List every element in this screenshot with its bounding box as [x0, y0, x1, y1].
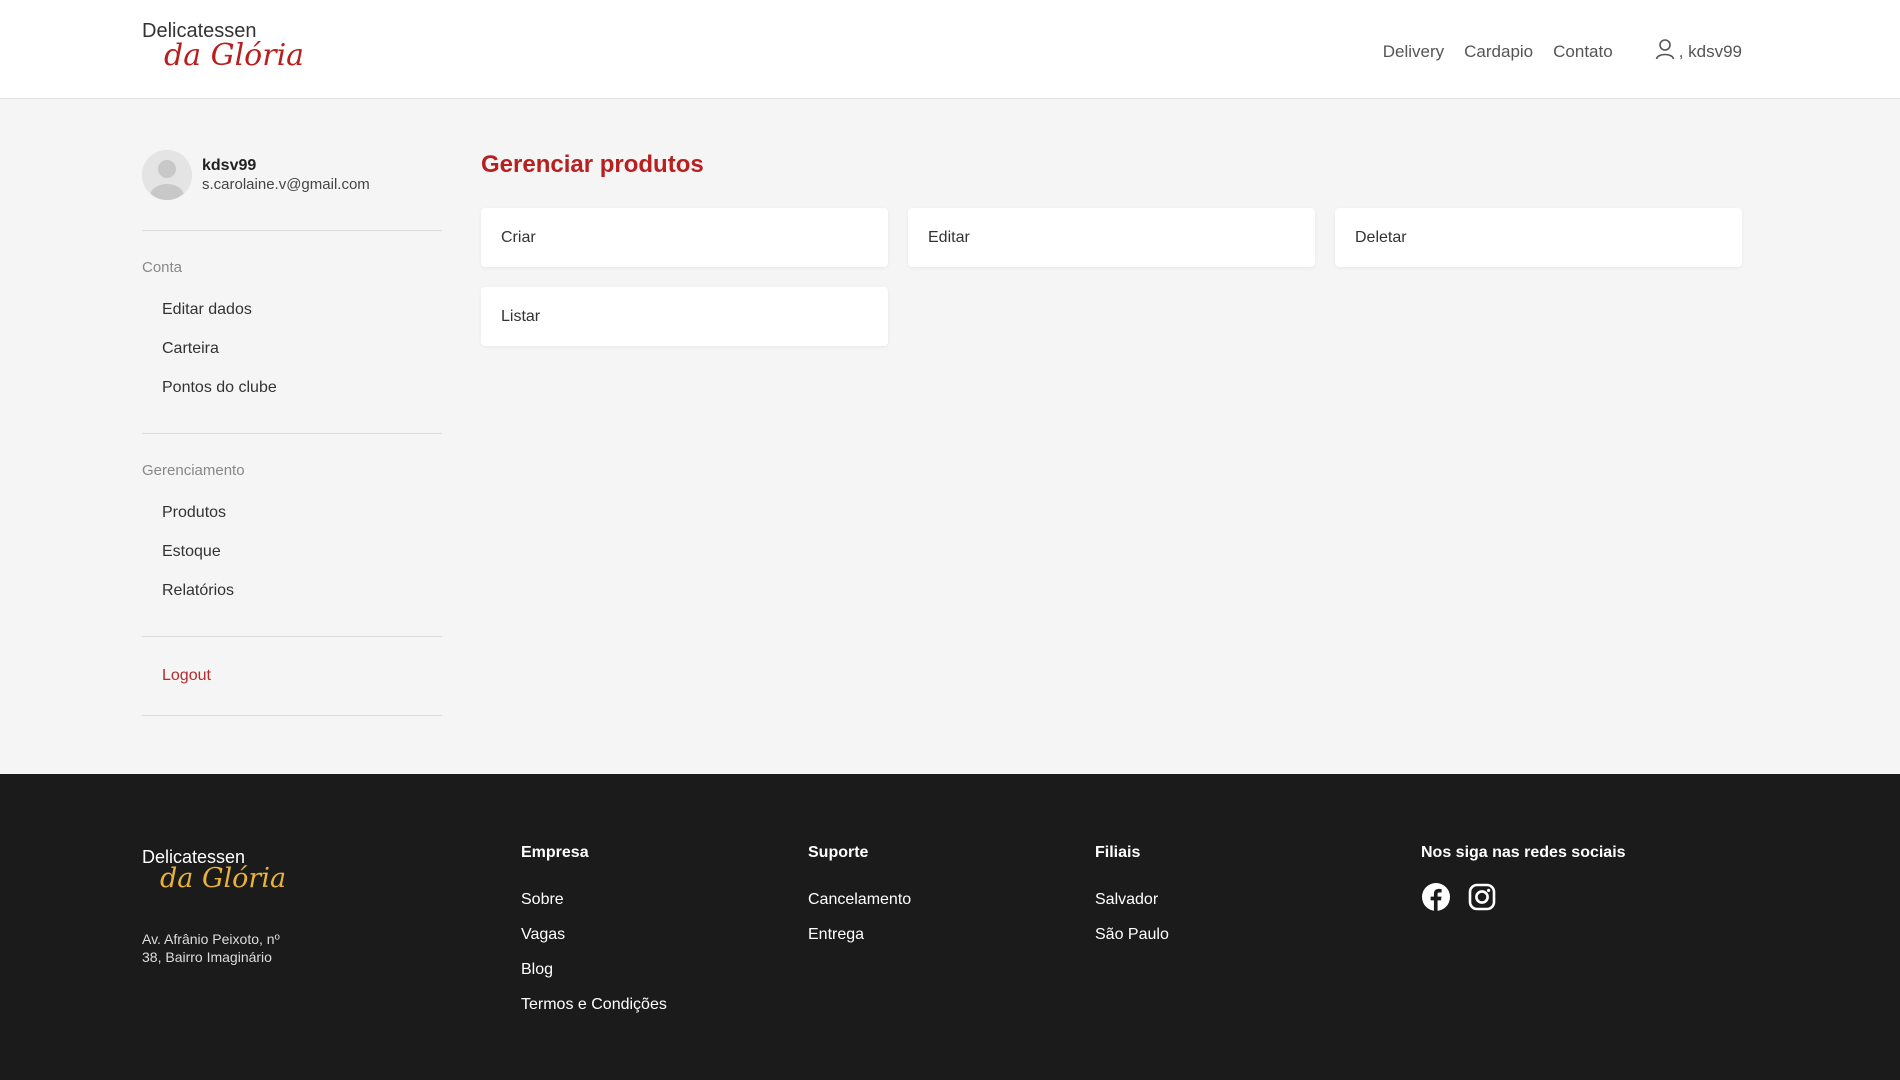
sidebar-section-account: Conta Editar dados Carteira Pontos do cl…: [142, 231, 442, 433]
footer-column-title: Suporte: [808, 844, 869, 861]
footer-link-blog[interactable]: Blog: [521, 952, 667, 987]
nav-user-account[interactable]: , kdsv99: [1655, 38, 1742, 65]
footer-logo-name-bottom: da Glória: [160, 863, 287, 894]
action-card-criar[interactable]: Criar: [481, 208, 888, 267]
footer-address: Av. Afrânio Peixoto, nº 38, Bairro Imagi…: [142, 931, 280, 965]
sidebar-item-editar-dados[interactable]: Editar dados: [162, 290, 442, 329]
avatar: [142, 150, 192, 200]
profile-summary: kdsv99 s.carolaine.v@gmail.com: [142, 150, 442, 200]
footer-link-cancelamento[interactable]: Cancelamento: [808, 882, 911, 917]
footer-column-title: Empresa: [521, 844, 589, 861]
instagram-icon[interactable]: [1467, 882, 1497, 917]
sidebar-item-pontos-do-clube[interactable]: Pontos do clube: [162, 368, 442, 407]
footer-link-sao-paulo[interactable]: São Paulo: [1095, 917, 1169, 952]
footer-link-entrega[interactable]: Entrega: [808, 917, 911, 952]
main-content: Gerenciar produtos Criar Editar Deletar …: [481, 150, 1743, 346]
section-label-management: Gerenciamento: [142, 462, 245, 479]
page-title: Gerenciar produtos: [481, 151, 704, 178]
footer-link-sobre[interactable]: Sobre: [521, 882, 667, 917]
nav-user-name: , kdsv99: [1678, 41, 1742, 61]
action-label: Deletar: [1355, 228, 1407, 246]
action-label: Editar: [928, 228, 970, 246]
footer-column-filiais: Filiais Salvador São Paulo: [1095, 844, 1169, 952]
footer-logo[interactable]: Delicatessen da Glória: [142, 847, 286, 893]
user-icon: [1655, 38, 1679, 65]
logo-name-bottom: da Glória: [164, 38, 305, 73]
site-footer: Delicatessen da Glória Av. Afrânio Peixo…: [0, 774, 1900, 1080]
sidebar-divider: [142, 715, 442, 716]
logout-link[interactable]: Logout: [162, 667, 442, 685]
footer-column-empresa: Empresa Sobre Vagas Blog Termos e Condiç…: [521, 844, 667, 1022]
action-card-deletar[interactable]: Deletar: [1335, 208, 1742, 267]
action-card-listar[interactable]: Listar: [481, 287, 888, 346]
social-links: [1421, 882, 1626, 917]
profile-username: kdsv99: [202, 157, 257, 174]
sidebar-item-carteira[interactable]: Carteira: [162, 329, 442, 368]
footer-column-suporte: Suporte Cancelamento Entrega: [808, 844, 911, 952]
nav-contato[interactable]: Contato: [1553, 42, 1613, 62]
sidebar-section-logout: Logout: [142, 637, 442, 715]
sidebar-item-produtos[interactable]: Produtos: [162, 493, 442, 532]
nav-delivery[interactable]: Delivery: [1383, 42, 1444, 62]
footer-column-title: Nos siga nas redes sociais: [1421, 844, 1626, 861]
action-card-editar[interactable]: Editar: [908, 208, 1315, 267]
section-label-account: Conta: [142, 259, 183, 276]
footer-link-vagas[interactable]: Vagas: [521, 917, 667, 952]
sidebar-section-management: Gerenciamento Produtos Estoque Relatório…: [142, 434, 442, 636]
account-sidebar: kdsv99 s.carolaine.v@gmail.com Conta Edi…: [142, 150, 442, 716]
site-header: Delicatessen da Glória Delivery Cardapio…: [0, 0, 1900, 99]
footer-link-salvador[interactable]: Salvador: [1095, 882, 1169, 917]
action-label: Criar: [501, 228, 536, 246]
footer-link-termos[interactable]: Termos e Condições: [521, 987, 667, 1022]
site-logo[interactable]: Delicatessen da Glória: [142, 20, 304, 72]
nav-cardapio[interactable]: Cardapio: [1464, 42, 1533, 62]
footer-column-title: Filiais: [1095, 844, 1141, 861]
action-label: Listar: [501, 307, 541, 325]
profile-email: s.carolaine.v@gmail.com: [202, 176, 370, 193]
facebook-icon[interactable]: [1421, 882, 1451, 917]
sidebar-item-estoque[interactable]: Estoque: [162, 532, 442, 571]
product-actions-grid: Criar Editar Deletar Listar: [481, 208, 1743, 346]
sidebar-item-relatorios[interactable]: Relatórios: [162, 571, 442, 610]
main-nav: Delivery Cardapio Contato , kdsv99: [1363, 38, 1742, 65]
footer-column-social: Nos siga nas redes sociais: [1421, 844, 1626, 917]
